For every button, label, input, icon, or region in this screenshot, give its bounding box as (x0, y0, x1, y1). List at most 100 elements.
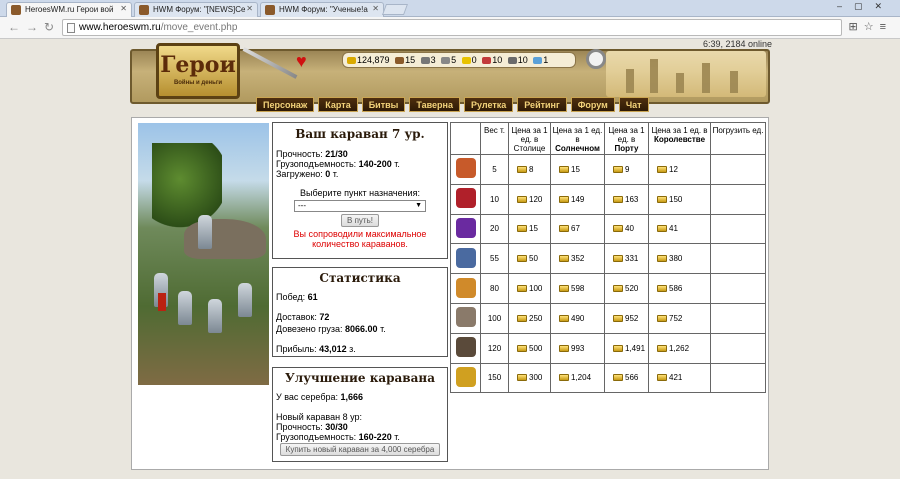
warning-text: Вы сопроводили максимальное количество к… (293, 229, 427, 249)
cell-value: 598 (571, 284, 585, 294)
cell-value: 752 (669, 313, 683, 323)
menu-map[interactable]: Карта (318, 97, 358, 112)
close-tab-icon[interactable]: ✕ (246, 4, 253, 13)
close-tab-icon[interactable]: ✕ (372, 4, 379, 13)
weight-cell: 150 (480, 362, 509, 394)
menu-forum[interactable]: Форум (570, 97, 615, 112)
wood-icon (395, 57, 405, 64)
weight-cell: 5 (480, 154, 509, 185)
cell-value: 100 (529, 284, 543, 294)
port-price-cell: 163 (604, 183, 649, 215)
address-bar[interactable]: www.heroeswm.ru/move_event.php (62, 19, 842, 36)
gold-icon (559, 255, 569, 263)
kingdom-price-cell: 150 (648, 183, 711, 215)
cell-value: 55 (490, 254, 499, 264)
load-cell[interactable] (710, 273, 766, 304)
menu-rating[interactable]: Рейтинг (517, 97, 567, 112)
gold-icon (657, 195, 667, 203)
load-cell[interactable] (710, 213, 766, 245)
gold-icon (517, 285, 527, 293)
cell-value: 1,262 (669, 343, 690, 353)
resource-sulfur: 0 (461, 55, 477, 65)
destination-select[interactable]: --- ▼ (294, 200, 426, 212)
ring-icon[interactable] (586, 49, 606, 69)
main-menu: Персонаж Карта Битвы Таверна Рулетка Рейтинг Ф… (256, 97, 653, 113)
good-icon-cell (450, 332, 481, 364)
go-button[interactable]: В путь! (341, 214, 379, 227)
table-row: 5 8 15 9 12 (450, 154, 766, 185)
weight-cell: 120 (480, 332, 509, 364)
gold-icon (613, 165, 623, 173)
menu-tavern[interactable]: Таверна (409, 97, 460, 112)
caravan-illustration (138, 123, 269, 385)
new-durability-value: 30/30 (325, 422, 348, 432)
kingdom-price-cell: 1,262 (648, 332, 711, 364)
load-cell[interactable] (710, 362, 766, 394)
browser-menu-icons[interactable]: ⊞☆≡ (849, 20, 893, 33)
caravan-panel: Ваш караван 7 ур. Прочность: 21/30 Грузо… (272, 122, 448, 259)
buy-caravan-button[interactable]: Купить новый караван за 4,000 серебра (279, 443, 441, 456)
back-arrow-icon[interactable]: ← (8, 20, 20, 34)
cell-value: 120 (529, 194, 543, 204)
capital-price-cell: 8 (508, 154, 551, 185)
weight-cell: 20 (480, 213, 509, 245)
heart-icon[interactable]: ♥ (296, 51, 307, 72)
good-icon-cell (450, 154, 481, 185)
gold-icon (559, 374, 569, 382)
browser-tab-1[interactable]: HeroesWM.ru Герои вой ✕ (6, 2, 132, 17)
load-cell[interactable] (710, 183, 766, 215)
gold-icon (517, 314, 527, 322)
forward-arrow-icon[interactable]: → (26, 20, 38, 34)
ring-icon (455, 366, 476, 387)
favicon-icon (139, 5, 149, 15)
gold-icon (517, 165, 527, 173)
gold-icon (559, 344, 569, 352)
cell-value: 100 (487, 313, 502, 323)
cell-value: 20 (490, 224, 499, 234)
tab-title: HWM Форум: "Ученые!а (279, 5, 368, 14)
menu-chat[interactable]: Чат (618, 97, 649, 112)
cell-value: 300 (529, 373, 543, 383)
game-logo[interactable]: Герои Войны и деньги (156, 43, 240, 99)
capital-price-cell: 15 (508, 213, 551, 245)
gold-icon (517, 225, 527, 233)
cell-value: 10 (490, 194, 499, 204)
gold-icon (657, 374, 667, 382)
profit-value: 43,012 (319, 344, 347, 354)
new-tab-button[interactable] (381, 4, 409, 15)
kingdom-price-cell: 752 (648, 302, 711, 334)
goods-table: Вес т. Цена за 1 ед. в Столице Цена за 1… (450, 122, 766, 394)
kingdom-price-cell: 12 (648, 154, 711, 185)
crystal-icon (482, 57, 492, 64)
menu-battles[interactable]: Битвы (361, 97, 406, 112)
reload-icon[interactable]: ↻ (44, 20, 54, 34)
sack-icon (455, 307, 476, 328)
close-tab-icon[interactable]: ✕ (120, 4, 127, 13)
load-cell[interactable] (710, 154, 766, 185)
durability-value: 21/30 (325, 149, 348, 159)
logo-subtitle: Войны и деньги (173, 80, 223, 86)
load-cell[interactable] (710, 243, 766, 275)
weight-cell: 80 (480, 273, 509, 304)
kingdom-price-cell: 586 (648, 273, 711, 304)
table-row: 150 300 1,204 566 421 (450, 362, 766, 394)
menu-character[interactable]: Персонаж (256, 97, 315, 112)
menu-roulette[interactable]: Рулетка (463, 97, 514, 112)
sunny-price-cell: 993 (550, 332, 605, 364)
window-controls[interactable]: –▢✕ (837, 1, 894, 12)
load-cell[interactable] (710, 302, 766, 334)
table-row: 10 120 149 163 150 (450, 183, 766, 215)
browser-tab-3[interactable]: HWM Форум: "Ученые!а ✕ (260, 2, 384, 17)
gold-icon (613, 255, 623, 263)
cell-value: 490 (571, 313, 585, 323)
sunny-price-cell: 15 (550, 154, 605, 185)
silver-value: 1,666 (340, 392, 364, 402)
browser-tab-2[interactable]: HWM Форум: "[NEWS]Се ✕ (134, 2, 258, 17)
page-icon (67, 23, 75, 33)
load-cell[interactable] (710, 332, 766, 364)
cell-value: 8 (529, 164, 534, 174)
cell-value: 586 (669, 284, 683, 294)
cell-value: 50 (529, 254, 538, 264)
cell-value: 12 (669, 164, 678, 174)
cell-value: 993 (571, 343, 585, 353)
